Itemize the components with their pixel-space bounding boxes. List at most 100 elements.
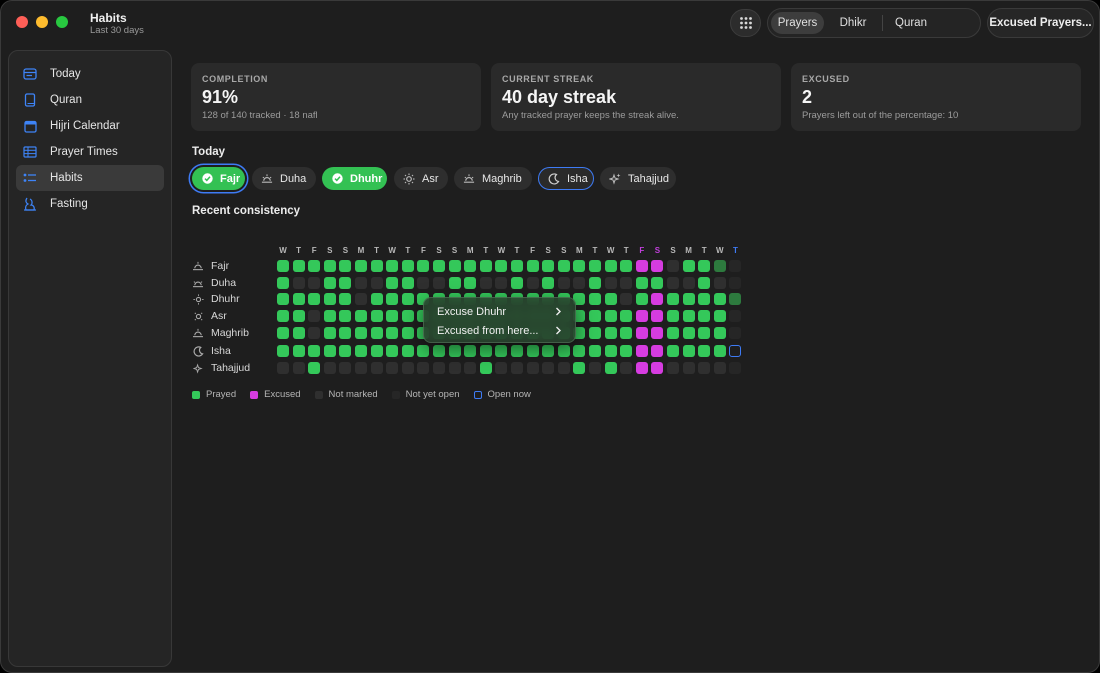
apps-grid-button[interactable] [730,9,761,37]
excused-cell[interactable] [635,310,648,322]
maximize-window-button[interactable] [56,16,68,28]
sidebar-item-hijri-calendar[interactable]: Hijri Calendar [16,113,164,139]
prayed-cell[interactable] [698,277,711,289]
close-window-button[interactable] [16,16,28,28]
prayer-chip-duha[interactable]: Duha [252,167,316,190]
prayed-cell[interactable] [339,327,352,339]
prayed-cell[interactable] [277,345,289,357]
not-marked-cell[interactable] [667,260,679,272]
prayed-cell[interactable] [464,345,477,357]
prayed-cell[interactable] [417,345,430,357]
prayed-cell[interactable] [620,310,633,322]
prayed-cell[interactable] [370,293,383,305]
prayed-cell[interactable] [479,362,492,374]
prayed-cell[interactable] [277,310,289,322]
prayed-cell[interactable] [417,260,430,272]
prayed-cell[interactable] [495,345,508,357]
excused-cell[interactable] [651,327,664,339]
prayed-cell[interactable] [386,293,399,305]
not-marked-cell[interactable] [495,277,508,289]
open-now-cell[interactable] [729,345,742,357]
not-marked-cell[interactable] [401,362,414,374]
excused-cell[interactable] [635,260,648,272]
not-marked-cell[interactable] [308,277,321,289]
not-marked-cell[interactable] [620,362,633,374]
prayed-cell[interactable] [713,345,726,357]
sidebar-item-today[interactable]: Today [16,61,164,87]
not-marked-cell[interactable] [308,327,321,339]
prayed-cell[interactable] [713,260,726,272]
prayed-cell[interactable] [323,277,336,289]
not-marked-cell[interactable] [355,362,367,374]
prayed-cell[interactable] [339,345,352,357]
excused-cell[interactable] [651,260,664,272]
prayed-cell[interactable] [308,260,321,272]
excused-cell[interactable] [635,327,648,339]
minimize-window-button[interactable] [36,16,48,28]
prayed-cell[interactable] [308,293,321,305]
prayer-chip-dhuhr[interactable]: Dhuhr [322,167,387,190]
prayed-cell[interactable] [557,345,570,357]
prayer-chip-fajr[interactable]: Fajr [192,167,245,190]
prayed-cell[interactable] [339,310,352,322]
prayed-cell[interactable] [323,293,336,305]
sidebar-item-habits[interactable]: Habits [16,165,164,191]
prayed-cell[interactable] [526,345,539,357]
prayed-cell[interactable] [604,345,617,357]
prayed-cell[interactable] [355,310,367,322]
prayed-cell[interactable] [573,260,586,272]
not-marked-cell[interactable] [479,277,492,289]
prayed-cell[interactable] [386,345,399,357]
excused-cell[interactable] [651,345,664,357]
prayed-cell[interactable] [604,260,617,272]
not-marked-cell[interactable] [370,277,383,289]
prayed-cell[interactable] [339,277,352,289]
prayer-chip-tahajjud[interactable]: Tahajjud [600,167,676,190]
prayed-cell[interactable] [479,260,492,272]
not-marked-cell[interactable] [557,277,570,289]
prayed-cell[interactable] [511,277,523,289]
not-marked-cell[interactable] [526,277,539,289]
prayed-cell[interactable] [292,345,305,357]
not-yet-open-cell[interactable] [729,260,742,272]
prayed-cell[interactable] [433,345,445,357]
menu-item-excuse-dhuhr[interactable]: Excuse Dhuhr [424,302,575,321]
not-marked-cell[interactable] [604,277,617,289]
prayed-cell[interactable] [729,293,742,305]
not-marked-cell[interactable] [620,277,633,289]
prayed-cell[interactable] [589,277,601,289]
not-yet-open-cell[interactable] [729,327,742,339]
prayed-cell[interactable] [370,260,383,272]
prayed-cell[interactable] [323,345,336,357]
prayed-cell[interactable] [573,362,586,374]
prayed-cell[interactable] [292,260,305,272]
prayed-cell[interactable] [308,362,321,374]
not-marked-cell[interactable] [713,277,726,289]
not-marked-cell[interactable] [417,362,430,374]
segment-prayers[interactable]: Prayers [771,12,824,34]
prayed-cell[interactable] [448,277,461,289]
prayed-cell[interactable] [682,293,695,305]
prayed-cell[interactable] [713,293,726,305]
prayed-cell[interactable] [542,345,555,357]
not-marked-cell[interactable] [464,362,477,374]
not-marked-cell[interactable] [526,362,539,374]
not-marked-cell[interactable] [433,277,445,289]
prayed-cell[interactable] [713,310,726,322]
excused-prayers-button[interactable]: Excused Prayers... [987,8,1094,38]
prayed-cell[interactable] [589,310,601,322]
prayed-cell[interactable] [511,345,523,357]
prayed-cell[interactable] [620,327,633,339]
prayed-cell[interactable] [589,260,601,272]
not-marked-cell[interactable] [667,362,679,374]
prayed-cell[interactable] [401,293,414,305]
prayed-cell[interactable] [323,310,336,322]
prayer-chip-maghrib[interactable]: Maghrib [454,167,532,190]
prayed-cell[interactable] [401,277,414,289]
prayed-cell[interactable] [713,327,726,339]
prayed-cell[interactable] [479,345,492,357]
prayed-cell[interactable] [698,260,711,272]
sidebar-item-quran[interactable]: Quran [16,87,164,113]
not-marked-cell[interactable] [682,362,695,374]
prayed-cell[interactable] [277,277,289,289]
